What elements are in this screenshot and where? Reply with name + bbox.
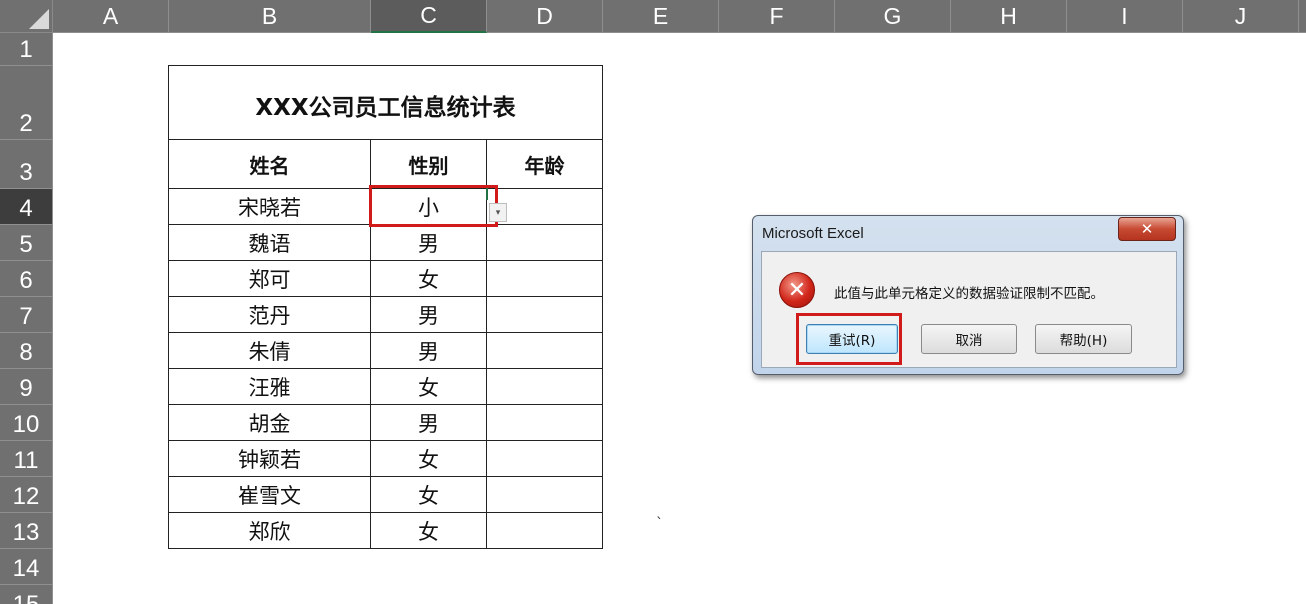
cell-age[interactable] xyxy=(487,333,602,368)
cell-age[interactable] xyxy=(487,405,602,440)
column-header-e[interactable]: E xyxy=(603,0,719,33)
row-header-5[interactable]: 5 xyxy=(0,225,53,261)
column-header-a[interactable]: A xyxy=(53,0,169,33)
header-gender[interactable]: 性别 xyxy=(371,140,486,188)
header-name[interactable]: 姓名 xyxy=(169,140,370,188)
help-button[interactable]: 帮助(H) xyxy=(1035,324,1132,354)
cell-name[interactable]: 胡金 xyxy=(169,405,370,440)
column-header-k[interactable] xyxy=(1299,0,1306,33)
column-header-b[interactable]: B xyxy=(169,0,371,33)
table-title[interactable]: XXX公司员工信息统计表 xyxy=(168,65,603,140)
row-header-12[interactable]: 12 xyxy=(0,477,53,513)
select-all-triangle-icon xyxy=(29,9,49,29)
select-all-corner[interactable] xyxy=(0,0,53,33)
cell-age[interactable] xyxy=(487,261,602,296)
row-header-4[interactable]: 4 xyxy=(0,189,53,225)
highlighted-cell-c4 xyxy=(369,185,498,227)
row-header-2[interactable]: 2 xyxy=(0,66,53,140)
cell-name[interactable]: 宋晓若 xyxy=(169,189,370,224)
cell-name[interactable]: 朱倩 xyxy=(169,333,370,368)
row-header-6[interactable]: 6 xyxy=(0,261,53,297)
cell-name[interactable]: 郑可 xyxy=(169,261,370,296)
cell-name[interactable]: 魏语 xyxy=(169,225,370,260)
cell-gender[interactable]: 女 xyxy=(371,369,486,404)
cell-gender[interactable]: 女 xyxy=(371,261,486,296)
table-border xyxy=(602,139,603,549)
column-header-h[interactable]: H xyxy=(951,0,1067,33)
retry-button-highlight xyxy=(796,313,902,365)
row-header-10[interactable]: 10 xyxy=(0,405,53,441)
cell-name[interactable]: 郑欣 xyxy=(169,513,370,548)
column-header-d[interactable]: D xyxy=(487,0,603,33)
row-header-14[interactable]: 14 xyxy=(0,549,53,585)
dialog-title: Microsoft Excel xyxy=(762,225,864,242)
cell-age[interactable] xyxy=(487,477,602,512)
close-icon: ✕ xyxy=(1140,220,1154,238)
cell-age[interactable] xyxy=(487,513,602,548)
cell-gender[interactable]: 女 xyxy=(371,477,486,512)
cell-name[interactable]: 崔雪文 xyxy=(169,477,370,512)
row-header-15[interactable]: 15 xyxy=(0,585,53,604)
row-header-13[interactable]: 13 xyxy=(0,513,53,549)
dialog-message: 此值与此单元格定义的数据验证限制不匹配。 xyxy=(834,286,1104,302)
dropdown-arrow-icon[interactable]: ▾ xyxy=(489,203,507,222)
cell-gender[interactable]: 男 xyxy=(371,297,486,332)
cancel-button[interactable]: 取消 xyxy=(921,324,1017,354)
column-header-c[interactable]: C xyxy=(371,0,487,33)
cell-name[interactable]: 范丹 xyxy=(169,297,370,332)
stray-mark: ` xyxy=(656,516,663,532)
cell-name[interactable]: 汪雅 xyxy=(169,369,370,404)
cell-age[interactable] xyxy=(487,441,602,476)
cell-gender[interactable]: 男 xyxy=(371,225,486,260)
cell-gender[interactable]: 男 xyxy=(371,405,486,440)
row-header-11[interactable]: 11 xyxy=(0,441,53,477)
cell-gender[interactable]: 女 xyxy=(371,441,486,476)
cell-age[interactable] xyxy=(487,225,602,260)
row-header-3[interactable]: 3 xyxy=(0,140,53,189)
cell-age[interactable] xyxy=(487,297,602,332)
cell-gender[interactable]: 男 xyxy=(371,333,486,368)
column-header-f[interactable]: F xyxy=(719,0,835,33)
cell-name[interactable]: 钟颖若 xyxy=(169,441,370,476)
header-age[interactable]: 年龄 xyxy=(487,140,602,188)
column-header-i[interactable]: I xyxy=(1067,0,1183,33)
cell-gender[interactable]: 女 xyxy=(371,513,486,548)
column-header-g[interactable]: G xyxy=(835,0,951,33)
cell-age[interactable] xyxy=(487,369,602,404)
row-header-9[interactable]: 9 xyxy=(0,369,53,405)
row-header-7[interactable]: 7 xyxy=(0,297,53,333)
close-button[interactable]: ✕ xyxy=(1118,217,1176,241)
row-header-8[interactable]: 8 xyxy=(0,333,53,369)
error-icon: ✕ xyxy=(779,272,815,308)
error-glyph: ✕ xyxy=(787,277,807,303)
column-header-j[interactable]: J xyxy=(1183,0,1299,33)
row-header-1[interactable]: 1 xyxy=(0,33,53,66)
table-border xyxy=(168,548,603,549)
